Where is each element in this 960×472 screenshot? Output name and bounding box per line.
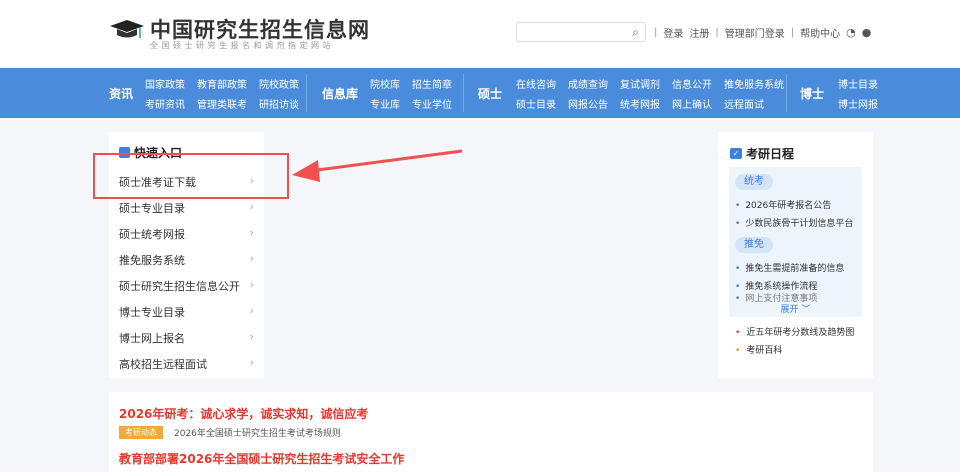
- annotation-arrow-icon: [292, 149, 463, 182]
